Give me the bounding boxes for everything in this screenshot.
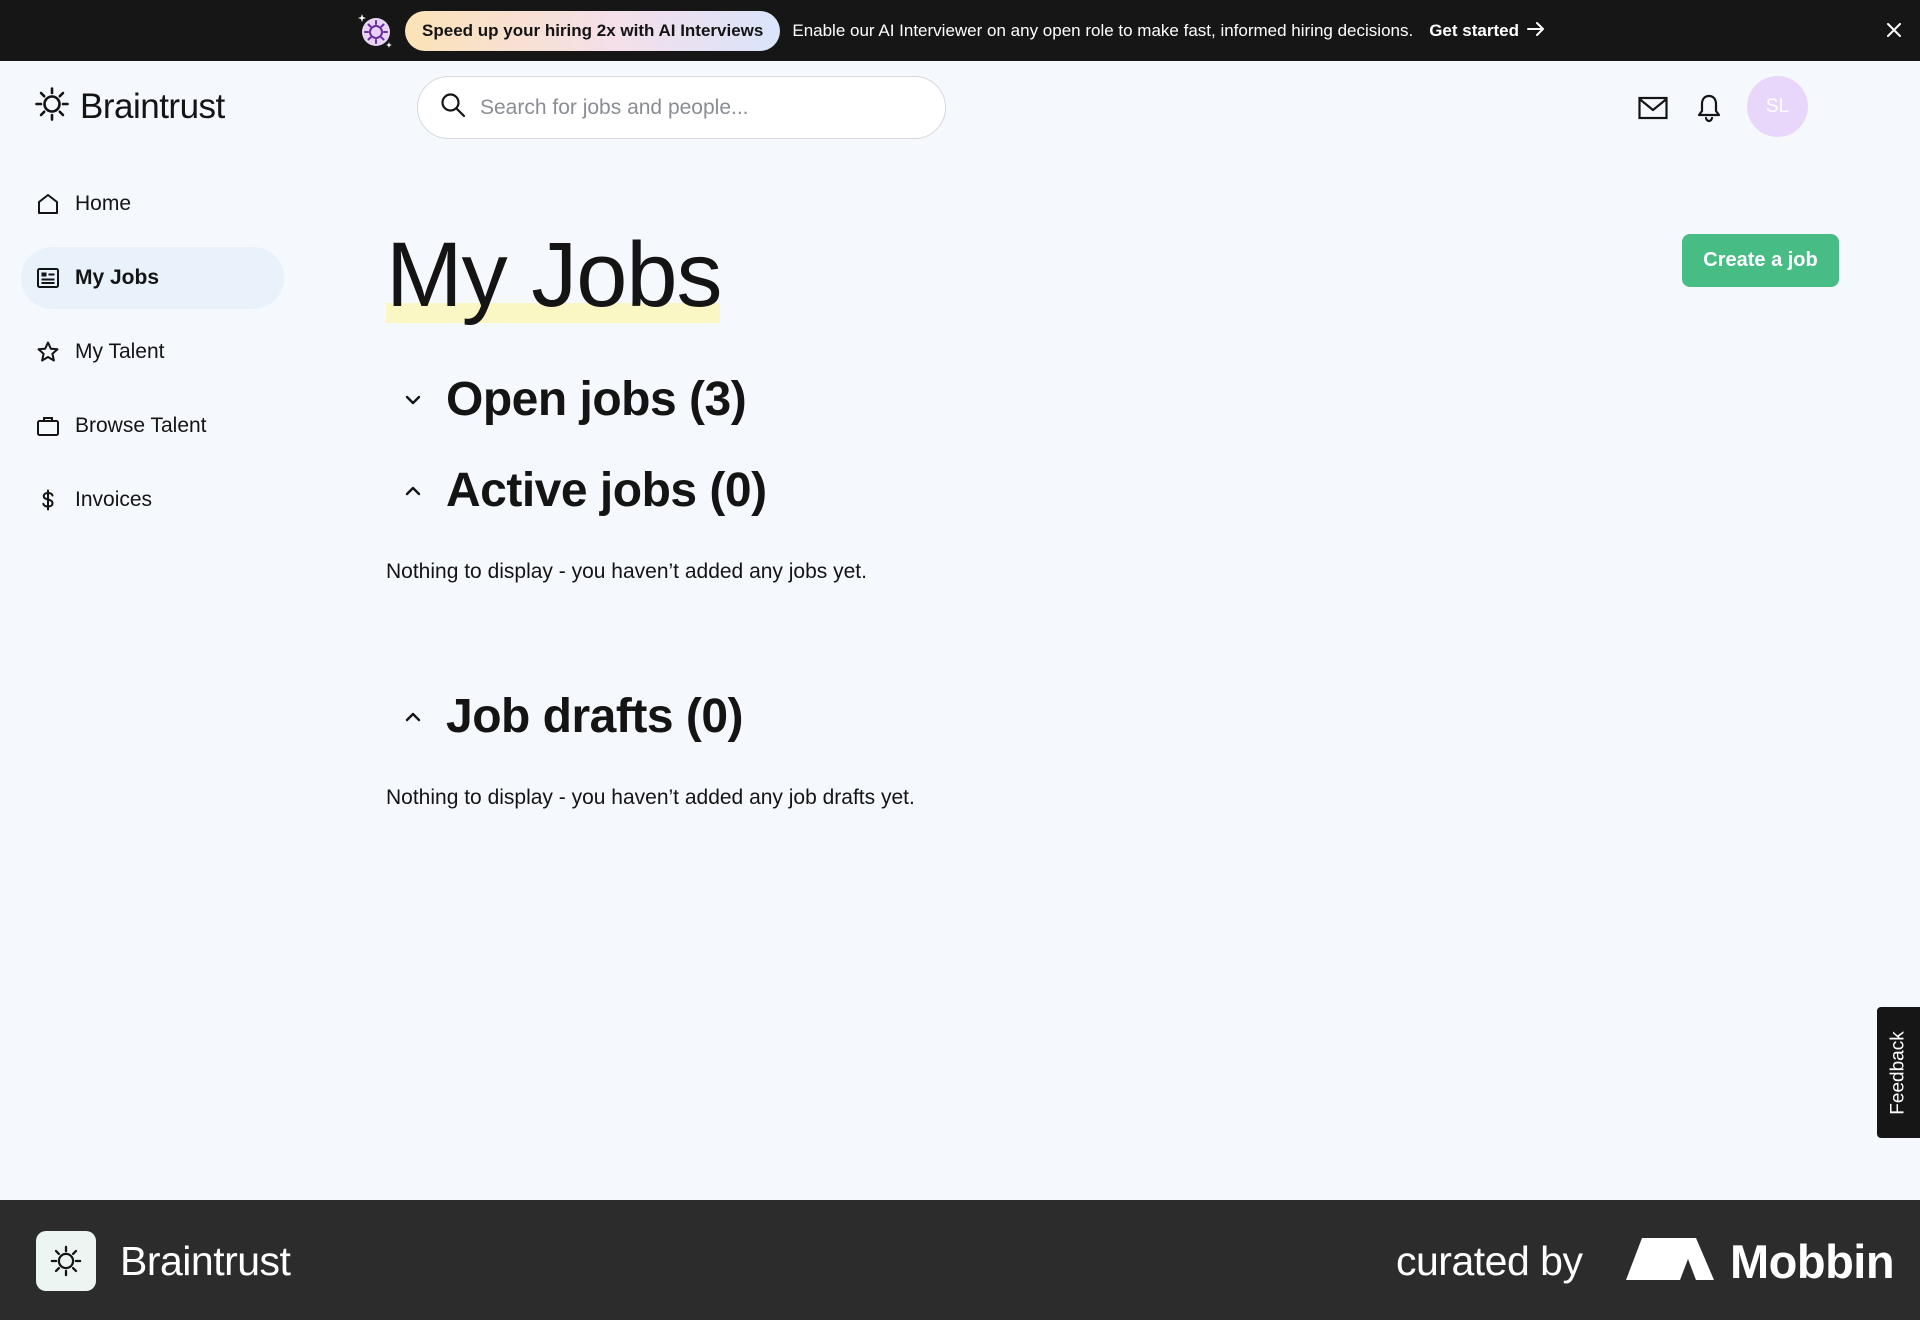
chevron-down-icon bbox=[400, 387, 426, 413]
sidebar-item-label: Home bbox=[75, 192, 132, 215]
get-started-label: Get started bbox=[1429, 20, 1519, 40]
sidebar-item-invoices[interactable]: Invoices bbox=[21, 469, 284, 531]
search-input[interactable] bbox=[480, 95, 920, 120]
mail-icon[interactable] bbox=[1637, 92, 1669, 124]
braintrust-gear-icon bbox=[34, 86, 70, 127]
page-title-text: My Jobs bbox=[386, 224, 723, 326]
sidebar-item-my-jobs[interactable]: My Jobs bbox=[21, 247, 284, 309]
banner-content: Speed up your hiring 2x with AI Intervie… bbox=[355, 10, 1545, 51]
dollar-icon bbox=[35, 487, 61, 513]
sparkle-gear-icon bbox=[355, 11, 395, 51]
search-bar[interactable] bbox=[417, 76, 946, 139]
page-title: My Jobs bbox=[386, 224, 723, 326]
feedback-label: Feedback bbox=[1887, 1030, 1909, 1115]
close-icon[interactable] bbox=[1882, 18, 1906, 42]
mobbin-logo: Mobbin bbox=[1626, 1234, 1895, 1289]
sidebar-item-label: Invoices bbox=[75, 488, 153, 511]
chevron-up-icon bbox=[400, 478, 426, 504]
sidebar-item-label: My Jobs bbox=[75, 266, 160, 289]
create-job-button[interactable]: Create a job bbox=[1682, 234, 1839, 287]
sidebar-item-my-talent[interactable]: My Talent bbox=[21, 321, 284, 383]
banner-pill[interactable]: Speed up your hiring 2x with AI Intervie… bbox=[405, 10, 781, 51]
footer-brand-name: Braintrust bbox=[120, 1237, 291, 1284]
user-avatar[interactable]: SL bbox=[1747, 76, 1808, 137]
chevron-up-icon bbox=[400, 704, 426, 730]
footer: Braintrust curated by Mobbin bbox=[0, 1200, 1920, 1320]
section-title: Job drafts (0) bbox=[446, 690, 744, 743]
logo-text: Braintrust bbox=[80, 86, 225, 126]
section-active-jobs-header[interactable]: Active jobs (0) bbox=[400, 463, 767, 518]
sidebar-item-browse-talent[interactable]: Browse Talent bbox=[21, 395, 284, 457]
footer-brand: Braintrust bbox=[36, 1231, 291, 1291]
job-drafts-empty-text: Nothing to display - you haven’t added a… bbox=[386, 786, 915, 809]
banner-text: Enable our AI Interviewer on any open ro… bbox=[792, 20, 1414, 40]
sidebar-item-label: Browse Talent bbox=[75, 414, 207, 437]
active-jobs-empty-text: Nothing to display - you haven’t added a… bbox=[386, 560, 867, 583]
braintrust-logo[interactable]: Braintrust bbox=[34, 86, 225, 127]
mobbin-mark-icon bbox=[1626, 1238, 1714, 1285]
section-open-jobs-header[interactable]: Open jobs (3) bbox=[400, 372, 747, 427]
get-started-link[interactable]: Get started bbox=[1429, 21, 1545, 41]
mobbin-name: Mobbin bbox=[1730, 1235, 1895, 1288]
section-job-drafts-header[interactable]: Job drafts (0) bbox=[400, 689, 744, 744]
sidebar-item-home[interactable]: Home bbox=[21, 173, 284, 235]
section-title: Open jobs (3) bbox=[446, 373, 747, 426]
briefcase-icon bbox=[35, 413, 61, 439]
section-title: Active jobs (0) bbox=[446, 464, 767, 517]
bell-icon[interactable] bbox=[1693, 92, 1725, 124]
promo-banner: Speed up your hiring 2x with AI Intervie… bbox=[0, 0, 1920, 61]
sidebar-item-label: My Talent bbox=[75, 340, 165, 363]
sidebar-nav: Home My Jobs My Talent Browse Talent Inv… bbox=[21, 173, 284, 543]
search-icon bbox=[440, 92, 466, 123]
star-icon bbox=[35, 339, 61, 365]
home-icon bbox=[35, 191, 61, 217]
feedback-tab[interactable]: Feedback bbox=[1877, 1007, 1920, 1138]
curated-by-text: curated by bbox=[1396, 1238, 1583, 1284]
jobs-card-icon bbox=[35, 265, 61, 291]
arrow-right-icon bbox=[1526, 21, 1545, 41]
braintrust-gear-icon bbox=[36, 1231, 96, 1291]
